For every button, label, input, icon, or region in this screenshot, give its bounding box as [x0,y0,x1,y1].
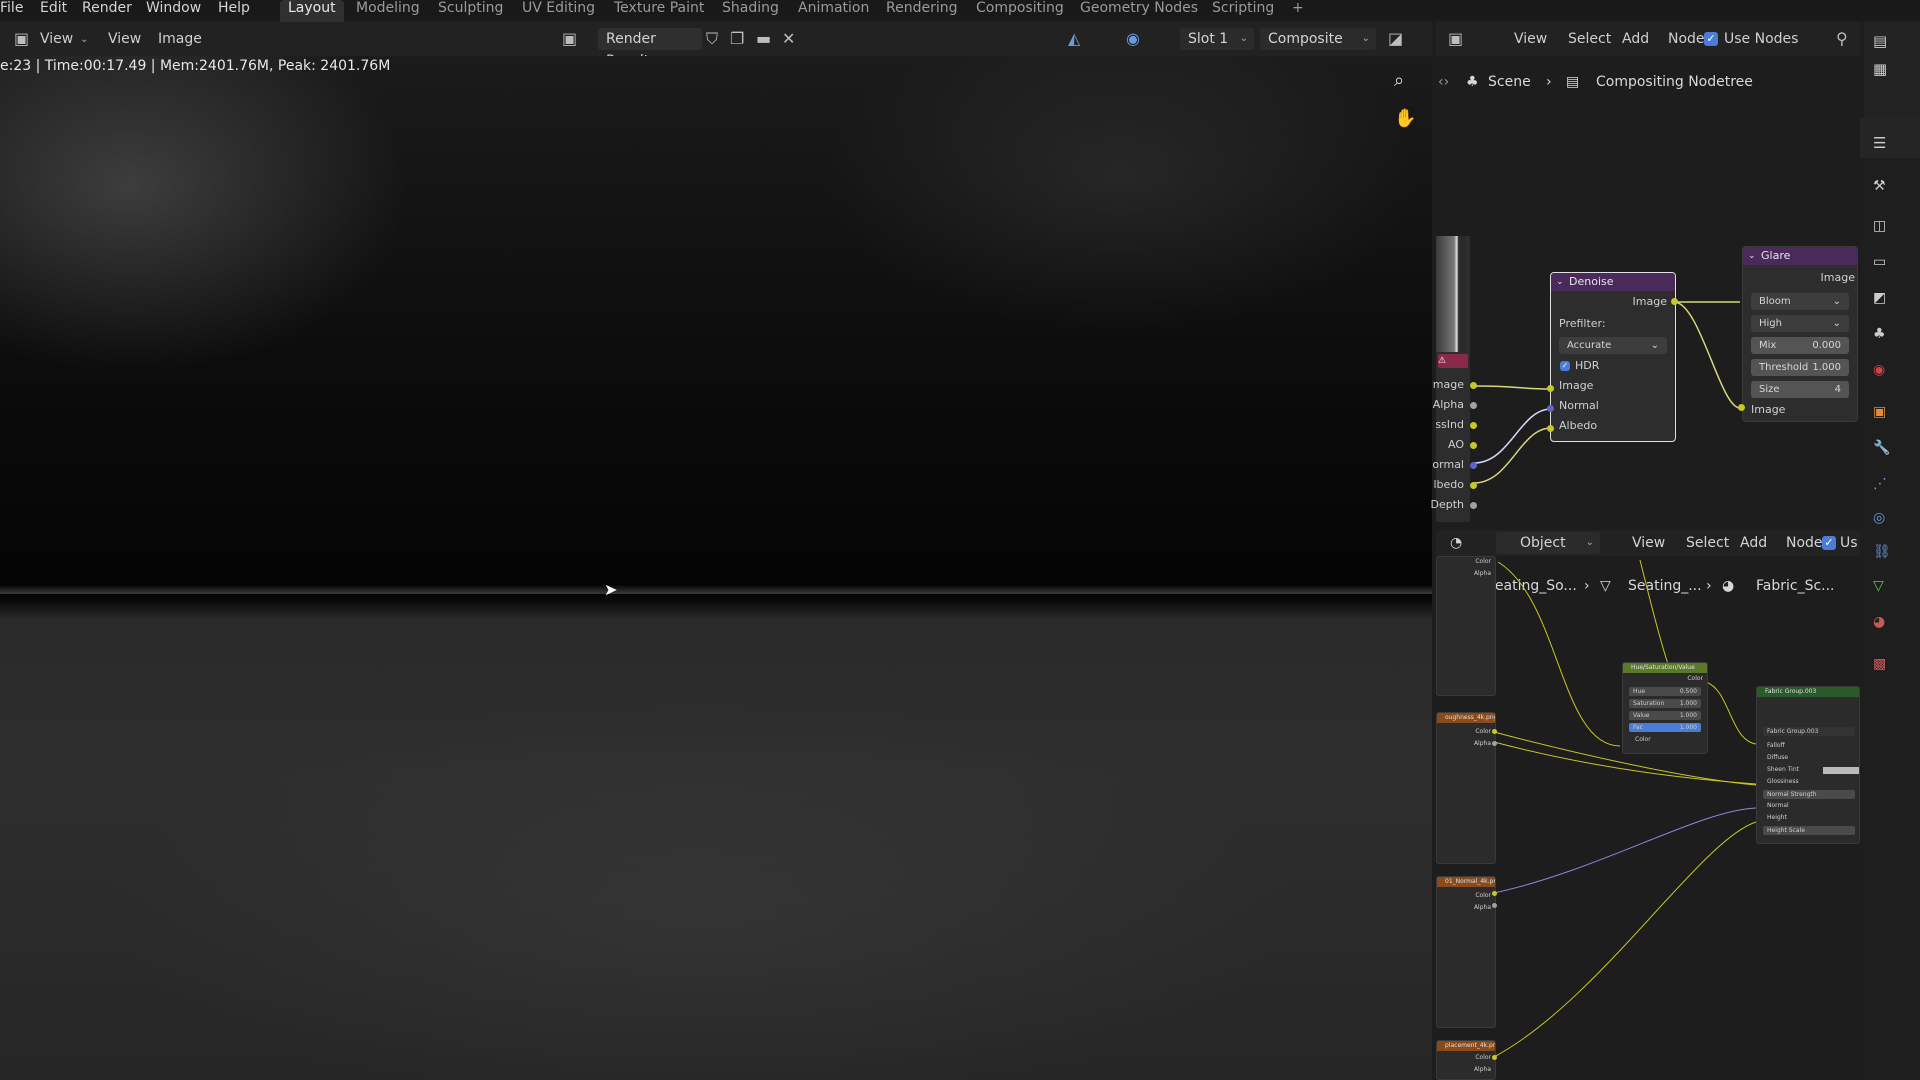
hsv-output-color: Color [1687,675,1703,682]
hsv-title: Hue/Saturation/Value [1623,663,1707,673]
roughness-texture-title: oughness_4k.png [1437,713,1495,723]
constraints-icon[interactable]: ⛓ [1873,544,1891,562]
hsv-saturation-label: Saturation [1633,700,1665,707]
top-output-color: Color [1475,558,1491,565]
normal-texture-title: 01_Normal_4k.png [1437,877,1495,887]
roughness-texture-node[interactable]: oughness_4k.png Color Alpha [1436,712,1496,864]
data-properties-icon[interactable]: ▽ [1873,578,1891,596]
normal-output-alpha: Alpha [1473,904,1491,911]
hsv-fac-field[interactable]: Fac 1.000 [1629,723,1701,732]
object-properties-icon[interactable]: ▣ [1873,404,1891,422]
fabric-group-datablock-value: Fabric Group.003 [1767,728,1819,735]
hsv-fac-value: 1.000 [1679,724,1697,731]
normal-strength-field[interactable]: Normal Strength [1763,790,1855,799]
hsv-value-value: 1.000 [1679,712,1697,719]
view-layer-icon[interactable]: ◩ [1873,290,1891,308]
fabric-group-node[interactable]: Fabric Group.003 Fabric Group.003 Fallof… [1756,686,1860,844]
group-input-normal: Normal [1767,802,1789,809]
outliner-icon[interactable]: ▦ [1873,60,1891,78]
scene-properties-icon[interactable]: ♣ [1873,326,1891,344]
partial-texture-node[interactable]: Color Alpha [1436,556,1496,696]
displacement-texture-node[interactable]: placement_4k.png Color Alpha [1436,1040,1496,1080]
particles-icon[interactable]: ⋰ [1873,476,1891,494]
group-input-diffuse: Diffuse [1767,754,1789,761]
hsv-fac-label: Fac [1633,724,1643,731]
height-scale-field[interactable]: Height Scale [1763,826,1855,835]
hsv-value-field[interactable]: Value 1.000 [1629,711,1701,720]
top-output-alpha: Alpha [1473,570,1491,577]
tool-icon[interactable]: ⚒ [1873,178,1891,196]
modifier-icon[interactable]: 🔧 [1873,440,1891,458]
displacement-output-color: Color [1475,1054,1491,1061]
roughness-socket-color[interactable] [1492,729,1497,734]
displacement-texture-title: placement_4k.png [1437,1041,1495,1051]
display-mode-icon[interactable]: ☰ [1873,134,1891,152]
fabric-group-title: Fabric Group.003 [1757,687,1859,697]
group-input-glossiness: Glossiness [1767,778,1799,785]
hsv-hue-value: 0.500 [1679,688,1697,695]
normal-output-color: Color [1475,892,1491,899]
group-input-sheen-tint: Sheen Tint [1767,766,1800,773]
material-properties-icon[interactable]: ◕ [1873,614,1891,632]
normal-socket-color[interactable] [1492,891,1497,896]
group-input-normal-strength: Normal Strength [1767,791,1817,798]
roughness-output-alpha: Alpha [1473,740,1491,747]
hsv-hue-field[interactable]: Hue 0.500 [1629,687,1701,696]
render-properties-icon[interactable]: ◫ [1873,218,1891,236]
texture-properties-icon[interactable]: ▩ [1873,656,1891,674]
shader-wires [1493,559,1757,1058]
displacement-socket-color[interactable] [1492,1055,1497,1060]
group-input-falloff: Falloff [1767,742,1785,749]
fabric-group-datablock[interactable]: Fabric Group.003 [1763,727,1855,736]
hsv-saturation-value: 1.000 [1679,700,1697,707]
output-properties-icon[interactable]: ▭ [1873,254,1891,272]
group-input-height-scale: Height Scale [1767,827,1805,834]
editor-type-icon[interactable]: ▤ [1873,32,1891,50]
normal-socket-alpha[interactable] [1492,903,1497,908]
normal-texture-node[interactable]: 01_Normal_4k.png Color Alpha [1436,876,1496,1028]
physics-icon[interactable]: ◎ [1873,510,1891,528]
roughness-socket-alpha[interactable] [1492,741,1497,746]
roughness-output-color: Color [1475,728,1491,735]
hsv-value-label: Value [1633,712,1650,719]
sheen-tint-swatch[interactable] [1823,767,1859,774]
group-input-height: Height [1767,814,1787,821]
hsv-input-color: Color [1635,736,1651,743]
world-properties-icon[interactable]: ◉ [1873,362,1891,380]
hsv-hue-label: Hue [1633,688,1646,695]
displacement-output-alpha: Alpha [1473,1066,1491,1073]
hsv-saturation-field[interactable]: Saturation 1.000 [1629,699,1701,708]
hsv-node[interactable]: Hue/Saturation/Value Color Hue 0.500 Sat… [1622,662,1708,754]
